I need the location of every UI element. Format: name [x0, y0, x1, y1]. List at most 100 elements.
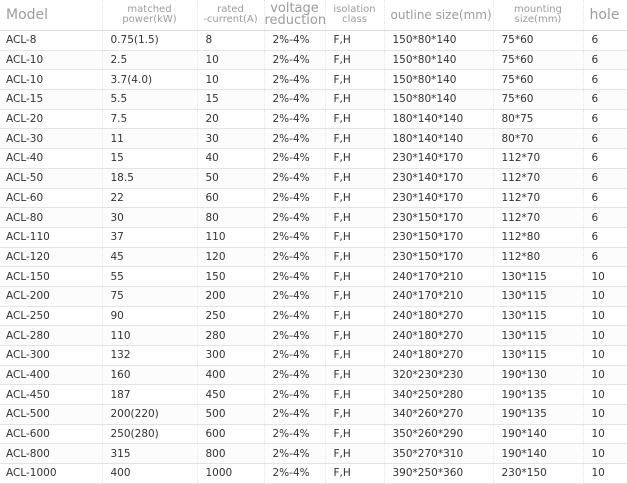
cell-isolation-class: F,H — [325, 365, 385, 386]
cell-model: ACL-110 — [0, 227, 103, 248]
table-row: ACL-80 30 80 2%-4% F,H 230*150*170 112*70 6 — [0, 207, 627, 228]
cell-hole: 10 — [583, 286, 627, 307]
cell-matched-power: 75 — [102, 286, 198, 307]
header-model: Model — [0, 0, 103, 31]
header-rated-current: rated -current(A) — [197, 0, 265, 31]
cell-isolation-class: F,H — [325, 227, 385, 248]
cell-voltage-reduction: 2%-4% — [264, 227, 326, 248]
cell-hole: 6 — [583, 227, 627, 248]
cell-isolation-class: F,H — [325, 443, 385, 465]
cell-mounting-size: 190*135 — [493, 404, 584, 425]
cell-hole: 10 — [583, 463, 627, 484]
cell-outline-size: 180*140*140 — [384, 128, 494, 150]
cell-matched-power: 3.7(4.0) — [102, 69, 198, 91]
cell-model: ACL-15 — [0, 89, 103, 110]
cell-rated-current: 110 — [197, 227, 265, 248]
header-matched-power: matched power(kW) — [102, 0, 198, 31]
cell-hole: 6 — [583, 128, 627, 150]
header-mounting-size: mounting size(mm) — [493, 0, 584, 31]
cell-outline-size: 230*140*170 — [384, 168, 494, 189]
cell-voltage-reduction: 2%-4% — [264, 30, 326, 51]
cell-model: ACL-200 — [0, 286, 103, 307]
cell-mounting-size: 130*115 — [493, 306, 584, 327]
cell-outline-size: 240*180*270 — [384, 325, 494, 346]
cell-hole: 6 — [583, 148, 627, 169]
cell-rated-current: 30 — [197, 128, 265, 150]
table-row: ACL-50 18.5 50 2%-4% F,H 230*140*170 112*70 6 — [0, 168, 627, 189]
table-row: ACL-8 0.75(1.5) 8 2%-4% F,H 150*80*140 75*60 6 — [0, 30, 627, 51]
table-row: ACL-400 160 400 2%-4% F,H 320*230*230 190*130 1… — [0, 365, 627, 386]
table-row: ACL-30 11 30 2%-4% F,H 180*140*140 80*70 6 — [0, 128, 627, 150]
cell-isolation-class: F,H — [325, 30, 385, 51]
table-row: ACL-600 250(280) 600 2%-4% F,H 350*260*290 190… — [0, 424, 627, 445]
cell-outline-size: 340*260*270 — [384, 404, 494, 425]
table-row: ACL-150 55 150 2%-4% F,H 240*170*210 130*115 10 — [0, 266, 627, 287]
cell-isolation-class: F,H — [325, 128, 385, 150]
cell-rated-current: 300 — [197, 345, 265, 366]
cell-outline-size: 390*250*360 — [384, 463, 494, 484]
cell-model: ACL-800 — [0, 443, 103, 465]
cell-model: ACL-40 — [0, 148, 103, 169]
cell-hole: 10 — [583, 365, 627, 386]
cell-isolation-class: F,H — [325, 286, 385, 307]
cell-model: ACL-250 — [0, 306, 103, 327]
cell-voltage-reduction: 2%-4% — [264, 69, 326, 91]
cell-voltage-reduction: 2%-4% — [264, 345, 326, 366]
cell-isolation-class: F,H — [325, 266, 385, 287]
cell-voltage-reduction: 2%-4% — [264, 463, 326, 484]
cell-rated-current: 10 — [197, 69, 265, 91]
cell-voltage-reduction: 2%-4% — [264, 365, 326, 386]
cell-voltage-reduction: 2%-4% — [264, 89, 326, 110]
cell-isolation-class: F,H — [325, 384, 385, 406]
cell-mounting-size: 190*140 — [493, 443, 584, 465]
cell-matched-power: 37 — [102, 227, 198, 248]
cell-matched-power: 250(280) — [102, 424, 198, 445]
cell-model: ACL-1000 — [0, 463, 103, 484]
cell-rated-current: 120 — [197, 247, 265, 268]
cell-mounting-size: 75*60 — [493, 50, 584, 71]
cell-outline-size: 240*180*270 — [384, 306, 494, 327]
cell-mounting-size: 112*80 — [493, 227, 584, 248]
cell-outline-size: 230*150*170 — [384, 227, 494, 248]
cell-mounting-size: 130*115 — [493, 286, 584, 307]
cell-matched-power: 45 — [102, 247, 198, 268]
cell-hole: 6 — [583, 50, 627, 71]
cell-mounting-size: 230*150 — [493, 463, 584, 484]
cell-model: ACL-400 — [0, 365, 103, 386]
cell-mounting-size: 75*60 — [493, 30, 584, 51]
cell-matched-power: 400 — [102, 463, 198, 484]
cell-model: ACL-300 — [0, 345, 103, 366]
cell-model: ACL-50 — [0, 168, 103, 189]
cell-hole: 6 — [583, 89, 627, 110]
table-row: ACL-500 200(220) 500 2%-4% F,H 340*260*270 190… — [0, 404, 627, 425]
cell-hole: 6 — [583, 207, 627, 228]
cell-matched-power: 200(220) — [102, 404, 198, 425]
cell-isolation-class: F,H — [325, 148, 385, 169]
cell-rated-current: 15 — [197, 89, 265, 110]
table-row: ACL-450 187 450 2%-4% F,H 340*250*280 190*135 1… — [0, 384, 627, 406]
cell-voltage-reduction: 2%-4% — [264, 50, 326, 71]
cell-outline-size: 150*80*140 — [384, 89, 494, 110]
header-voltage-reduction: voltage reduction — [264, 0, 326, 31]
cell-isolation-class: F,H — [325, 463, 385, 484]
cell-voltage-reduction: 2%-4% — [264, 109, 326, 130]
cell-hole: 6 — [583, 69, 627, 91]
cell-outline-size: 240*180*270 — [384, 345, 494, 366]
cell-isolation-class: F,H — [325, 168, 385, 189]
cell-outline-size: 350*260*290 — [384, 424, 494, 445]
cell-mounting-size: 80*70 — [493, 128, 584, 150]
cell-mounting-size: 75*60 — [493, 69, 584, 91]
cell-matched-power: 11 — [102, 128, 198, 150]
cell-voltage-reduction: 2%-4% — [264, 306, 326, 327]
cell-hole: 10 — [583, 443, 627, 465]
cell-hole: 6 — [583, 247, 627, 268]
cell-matched-power: 110 — [102, 325, 198, 346]
cell-hole: 10 — [583, 306, 627, 327]
cell-hole: 10 — [583, 384, 627, 406]
cell-mounting-size: 112*70 — [493, 148, 584, 169]
cell-matched-power: 90 — [102, 306, 198, 327]
cell-model: ACL-10 — [0, 50, 103, 71]
cell-isolation-class: F,H — [325, 50, 385, 71]
cell-mounting-size: 112*70 — [493, 188, 584, 209]
cell-voltage-reduction: 2%-4% — [264, 128, 326, 150]
